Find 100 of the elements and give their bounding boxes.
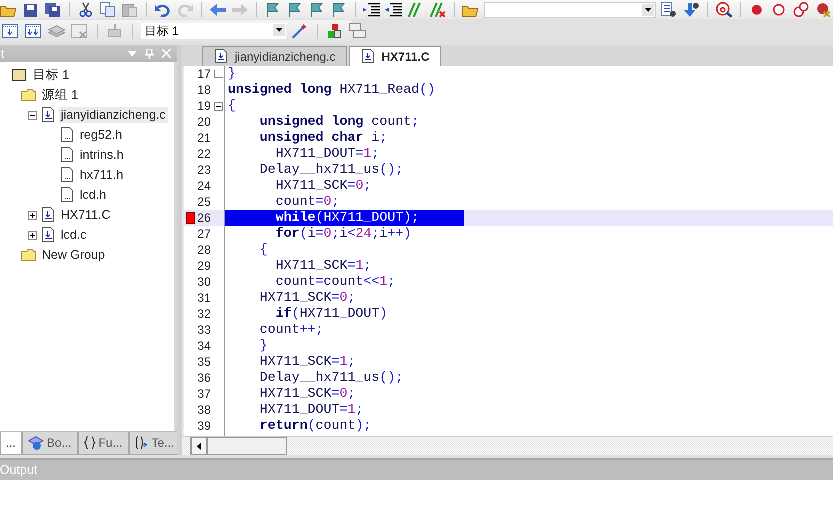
- tree-item[interactable]: intrins.h: [78, 147, 126, 163]
- code-line: count=0;: [274, 194, 340, 210]
- line-number: 26: [196, 210, 212, 226]
- tree-item[interactable]: lcd.h: [78, 187, 108, 203]
- magnifier-icon[interactable]: [715, 2, 733, 18]
- line-number: 17: [196, 66, 212, 82]
- line-number: 22: [196, 146, 212, 162]
- line-number: 19: [196, 98, 212, 114]
- breakpoint-marker[interactable]: [186, 212, 195, 224]
- line-number: 18: [196, 82, 212, 98]
- line-number: 20: [196, 114, 212, 130]
- source-file-icon: [40, 107, 56, 123]
- copy-icon[interactable]: [99, 2, 117, 18]
- code-line: Delay__hx711_us();: [258, 162, 404, 178]
- tree-item[interactable]: hx711.h: [78, 167, 126, 183]
- download-icon[interactable]: [682, 2, 700, 18]
- rebuild-icon[interactable]: [25, 23, 43, 39]
- expand-icon[interactable]: [28, 230, 37, 240]
- panel-title: t: [0, 46, 4, 60]
- code-line: HX711_DOUT=1;: [274, 146, 380, 162]
- panel-tab[interactable]: Fu...: [78, 432, 129, 455]
- line-number: 25: [196, 194, 212, 210]
- code-line: HX711_SCK=1;: [274, 258, 372, 274]
- code-line: for(i=0;i<24;i++): [274, 226, 412, 242]
- code-line: count=count<<1;: [274, 274, 396, 290]
- file-icon: [59, 147, 75, 163]
- uncomment-icon[interactable]: [429, 2, 447, 18]
- file-tab[interactable]: HX711.C: [348, 46, 441, 66]
- panel-tab[interactable]: ...: [0, 432, 22, 455]
- code-line: HX711_DOUT=1;: [258, 402, 364, 418]
- code-line: {: [258, 242, 268, 258]
- blocks-icon[interactable]: [326, 23, 344, 39]
- folder-icon: [21, 87, 37, 103]
- scrollbar-thumb[interactable]: [207, 437, 287, 455]
- file-icon: [59, 187, 75, 203]
- code-line: }: [227, 66, 236, 82]
- code-line: HX711_SCK=1;: [258, 354, 356, 370]
- code-line: HX711_SCK=0;: [258, 386, 356, 402]
- folder-icon: [21, 247, 37, 263]
- code-line: Delay__hx711_us();: [258, 370, 404, 386]
- code-line: unsigned char i;: [258, 130, 388, 146]
- line-number: 37: [196, 386, 212, 402]
- line-number: 35: [196, 354, 212, 370]
- line-number: 32: [196, 306, 212, 322]
- code-line: HX711_SCK=0;: [274, 178, 372, 194]
- code-line: if(HX711_DOUT): [274, 306, 388, 322]
- line-number: 27: [196, 226, 212, 242]
- cut-icon[interactable]: [77, 2, 95, 18]
- find-in-files-icon[interactable]: [660, 2, 678, 18]
- file-icon: [59, 127, 75, 143]
- outdent-icon[interactable]: [385, 2, 403, 18]
- save-all-icon[interactable]: [44, 2, 62, 18]
- scroll-left-button[interactable]: [191, 437, 207, 455]
- line-number: 38: [196, 402, 212, 418]
- line-number: 39: [196, 418, 212, 434]
- braces-icon: [84, 436, 96, 450]
- collapse-icon[interactable]: [28, 110, 37, 120]
- code-line: return(count);: [258, 418, 372, 434]
- source-file-icon: [40, 227, 56, 243]
- line-number: 34: [196, 338, 212, 354]
- panel-title: Output: [0, 463, 38, 477]
- fold-icon[interactable]: [214, 102, 223, 110]
- tree-item[interactable]: HX711.C: [59, 207, 113, 223]
- code-line: HX711_SCK=0;: [258, 290, 356, 306]
- tree-item[interactable]: New Group: [40, 247, 108, 263]
- target-select[interactable]: 目标 1: [141, 23, 286, 39]
- tree-item[interactable]: reg52.h: [78, 127, 124, 143]
- line-number: 33: [196, 322, 212, 338]
- wand-icon[interactable]: [291, 23, 309, 39]
- file-tab[interactable]: jianyidianzicheng.c: [202, 46, 347, 66]
- caret-icon: [197, 442, 201, 450]
- panel-tab[interactable]: Bo...: [22, 432, 78, 455]
- indent-icon[interactable]: [363, 2, 381, 18]
- source-file-icon: [362, 49, 376, 64]
- line-number: 36: [196, 370, 212, 386]
- code-line: }: [258, 338, 268, 354]
- windows-icon[interactable]: [349, 23, 367, 39]
- line-number: 31: [196, 290, 212, 306]
- build-icon[interactable]: [2, 23, 20, 39]
- template-icon: [134, 436, 149, 450]
- code-line: unsigned long count;: [258, 114, 420, 130]
- expand-icon[interactable]: [28, 210, 37, 220]
- paste-icon[interactable]: [121, 2, 139, 18]
- circles-icon[interactable]: [792, 2, 810, 18]
- tree-item[interactable]: 源组 1: [40, 86, 80, 104]
- back-arrow-icon[interactable]: [209, 2, 227, 18]
- code-line: {: [227, 98, 236, 114]
- source-file-icon: [215, 49, 229, 64]
- tree-item[interactable]: jianyidianzicheng.c: [59, 107, 168, 123]
- line-number: 21: [196, 130, 212, 146]
- source-file-icon: [40, 207, 56, 223]
- line-number: 23: [196, 162, 212, 178]
- tree-item[interactable]: 目标 1: [31, 66, 72, 84]
- code-line: count++;: [258, 322, 324, 338]
- tree-item[interactable]: lcd.c: [59, 227, 89, 243]
- code-line: unsigned long HX711_Read(): [227, 82, 436, 98]
- save-icon[interactable]: [22, 2, 40, 18]
- line-number: 29: [196, 258, 212, 274]
- line-number: 28: [196, 242, 212, 258]
- line-number: 30: [196, 274, 212, 290]
